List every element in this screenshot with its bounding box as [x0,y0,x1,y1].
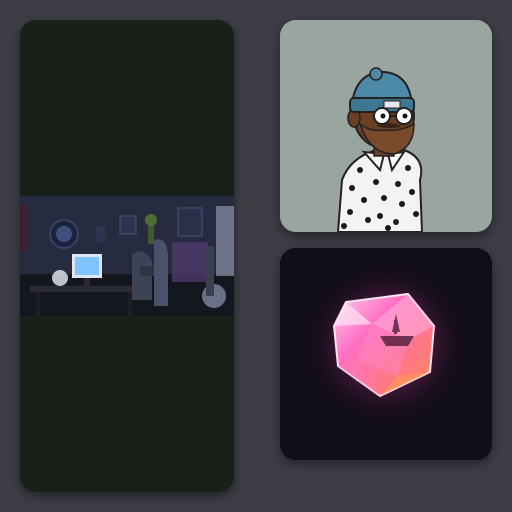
bedroom-desk-scene-image [20,20,234,492]
avatar-image-card[interactable] [280,20,492,232]
room-image-card[interactable] [20,20,234,492]
bearded-avatar-image [280,20,492,232]
gem-image-card[interactable] [280,248,492,460]
glowing-pink-gem-image [280,248,492,460]
